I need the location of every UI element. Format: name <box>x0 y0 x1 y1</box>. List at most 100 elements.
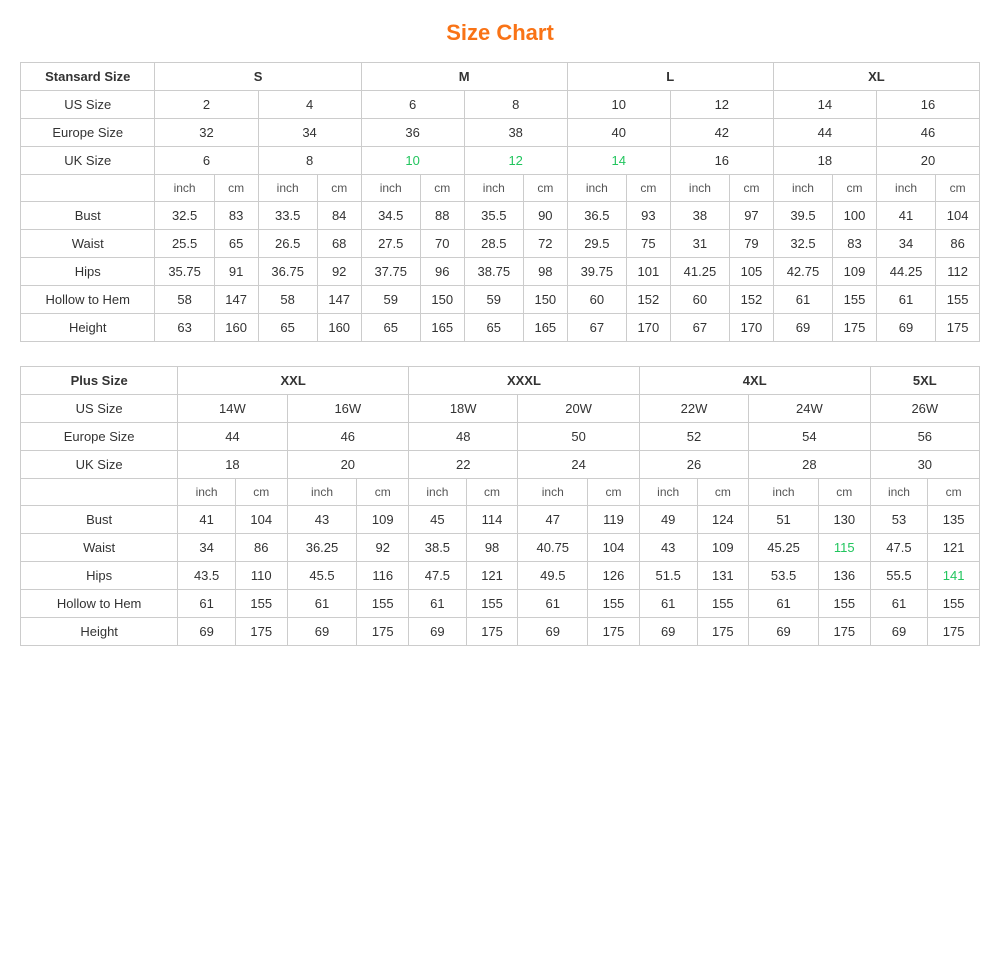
plus-hips-4xl2-inch: 53.5 <box>749 562 819 590</box>
size-group-xl: XL <box>773 63 979 91</box>
height-m1-inch: 65 <box>361 314 420 342</box>
plus-hth-xxl1-cm: 155 <box>235 590 287 618</box>
plus-hth-xxxl1-inch: 61 <box>409 590 467 618</box>
bust-m1-cm: 88 <box>420 202 464 230</box>
hips-xl1-cm: 109 <box>833 258 877 286</box>
height-s1-inch: 63 <box>155 314 214 342</box>
uk-size-10: 10 <box>361 147 464 175</box>
bust-xl2-cm: 104 <box>936 202 980 230</box>
page-title: Size Chart <box>20 20 980 46</box>
plus-us-size-14w: 14W <box>178 395 287 423</box>
hips-m1-cm: 96 <box>420 258 464 286</box>
eu-size-36: 36 <box>361 119 464 147</box>
plus-waist-xxxl1-cm: 98 <box>466 534 518 562</box>
waist-xl1-cm: 83 <box>833 230 877 258</box>
plus-height-xxxl1-inch: 69 <box>409 618 467 646</box>
plus-unit-empty <box>21 479 178 506</box>
hips-l1-inch: 39.75 <box>567 258 626 286</box>
unit-inch-6: inch <box>670 175 729 202</box>
height-s1-cm: 160 <box>214 314 258 342</box>
uk-size-6: 6 <box>155 147 258 175</box>
eu-size-40: 40 <box>567 119 670 147</box>
plus-waist-xxl1-inch: 34 <box>178 534 236 562</box>
hips-s1-inch: 35.75 <box>155 258 214 286</box>
plus-waist-xxxl1-inch: 38.5 <box>409 534 467 562</box>
plus-unit-inch-1: inch <box>178 479 236 506</box>
size-group-l: L <box>567 63 773 91</box>
unit-cm-1: cm <box>214 175 258 202</box>
plus-hth-4xl1-inch: 61 <box>639 590 697 618</box>
plus-us-size-24w: 24W <box>749 395 870 423</box>
plus-size-group-5xl: 5XL <box>870 367 979 395</box>
plus-size-table: Plus Size XXL XXXL 4XL 5XL US Size 14W 1… <box>20 366 980 646</box>
plus-hth-xxxl2-inch: 61 <box>518 590 588 618</box>
plus-eu-size-56: 56 <box>870 423 979 451</box>
us-size-label: US Size <box>21 91 155 119</box>
hips-s1-cm: 91 <box>214 258 258 286</box>
plus-hips-xxxl2-cm: 126 <box>588 562 640 590</box>
hth-m2-cm: 150 <box>523 286 567 314</box>
plus-hips-xxl1-inch: 43.5 <box>178 562 236 590</box>
hth-l1-inch: 60 <box>567 286 626 314</box>
plus-waist-4xl2-cm: 115 <box>818 534 870 562</box>
us-size-8: 8 <box>464 91 567 119</box>
unit-cm-4: cm <box>523 175 567 202</box>
height-l2-cm: 170 <box>730 314 774 342</box>
plus-height-xxl2-inch: 69 <box>287 618 357 646</box>
bust-xl2-inch: 41 <box>876 202 935 230</box>
plus-hth-xxxl2-cm: 155 <box>588 590 640 618</box>
unit-inch-1: inch <box>155 175 214 202</box>
plus-hips-5xl-cm: 141 <box>928 562 980 590</box>
plus-hips-xxxl1-inch: 47.5 <box>409 562 467 590</box>
hth-s1-cm: 147 <box>214 286 258 314</box>
hips-m1-inch: 37.75 <box>361 258 420 286</box>
plus-uk-size-18: 18 <box>178 451 287 479</box>
plus-hips-4xl1-cm: 131 <box>697 562 749 590</box>
height-l1-cm: 170 <box>626 314 670 342</box>
unit-cm-3: cm <box>420 175 464 202</box>
bust-s1-cm: 83 <box>214 202 258 230</box>
plus-height-xxxl2-inch: 69 <box>518 618 588 646</box>
hth-l2-inch: 60 <box>670 286 729 314</box>
waist-s2-inch: 26.5 <box>258 230 317 258</box>
hth-xl1-inch: 61 <box>773 286 832 314</box>
plus-height-xxxl2-cm: 175 <box>588 618 640 646</box>
unit-cm-2: cm <box>317 175 361 202</box>
plus-hips-xxxl2-inch: 49.5 <box>518 562 588 590</box>
plus-hips-xxxl1-cm: 121 <box>466 562 518 590</box>
plus-height-4xl1-cm: 175 <box>697 618 749 646</box>
uk-size-16: 16 <box>670 147 773 175</box>
plus-unit-cm-2: cm <box>357 479 409 506</box>
plus-hips-label: Hips <box>21 562 178 590</box>
plus-hth-4xl2-inch: 61 <box>749 590 819 618</box>
plus-size-header: Plus Size <box>21 367 178 395</box>
bust-m1-inch: 34.5 <box>361 202 420 230</box>
bust-l1-cm: 93 <box>626 202 670 230</box>
hth-s1-inch: 58 <box>155 286 214 314</box>
plus-bust-xxl1-cm: 104 <box>235 506 287 534</box>
plus-uk-size-28: 28 <box>749 451 870 479</box>
plus-unit-inch-6: inch <box>749 479 819 506</box>
plus-eu-size-50: 50 <box>518 423 639 451</box>
hips-xl1-inch: 42.75 <box>773 258 832 286</box>
plus-hips-4xl1-inch: 51.5 <box>639 562 697 590</box>
standard-size-table: Stansard Size S M L XL US Size 2 4 6 8 1… <box>20 62 980 342</box>
size-group-m: M <box>361 63 567 91</box>
plus-hips-4xl2-cm: 136 <box>818 562 870 590</box>
plus-bust-xxxl1-inch: 45 <box>409 506 467 534</box>
uk-size-20: 20 <box>876 147 979 175</box>
unit-inch-7: inch <box>773 175 832 202</box>
plus-bust-xxl2-cm: 109 <box>357 506 409 534</box>
plus-bust-4xl2-inch: 51 <box>749 506 819 534</box>
plus-height-5xl-inch: 69 <box>870 618 928 646</box>
bust-xl1-inch: 39.5 <box>773 202 832 230</box>
eu-size-32: 32 <box>155 119 258 147</box>
plus-hips-xxl2-cm: 116 <box>357 562 409 590</box>
plus-waist-xxxl2-cm: 104 <box>588 534 640 562</box>
hth-m2-inch: 59 <box>464 286 523 314</box>
plus-height-xxl2-cm: 175 <box>357 618 409 646</box>
plus-size-group-xxxl: XXXL <box>409 367 640 395</box>
unit-inch-4: inch <box>464 175 523 202</box>
waist-s1-inch: 25.5 <box>155 230 214 258</box>
plus-hth-xxl2-inch: 61 <box>287 590 357 618</box>
